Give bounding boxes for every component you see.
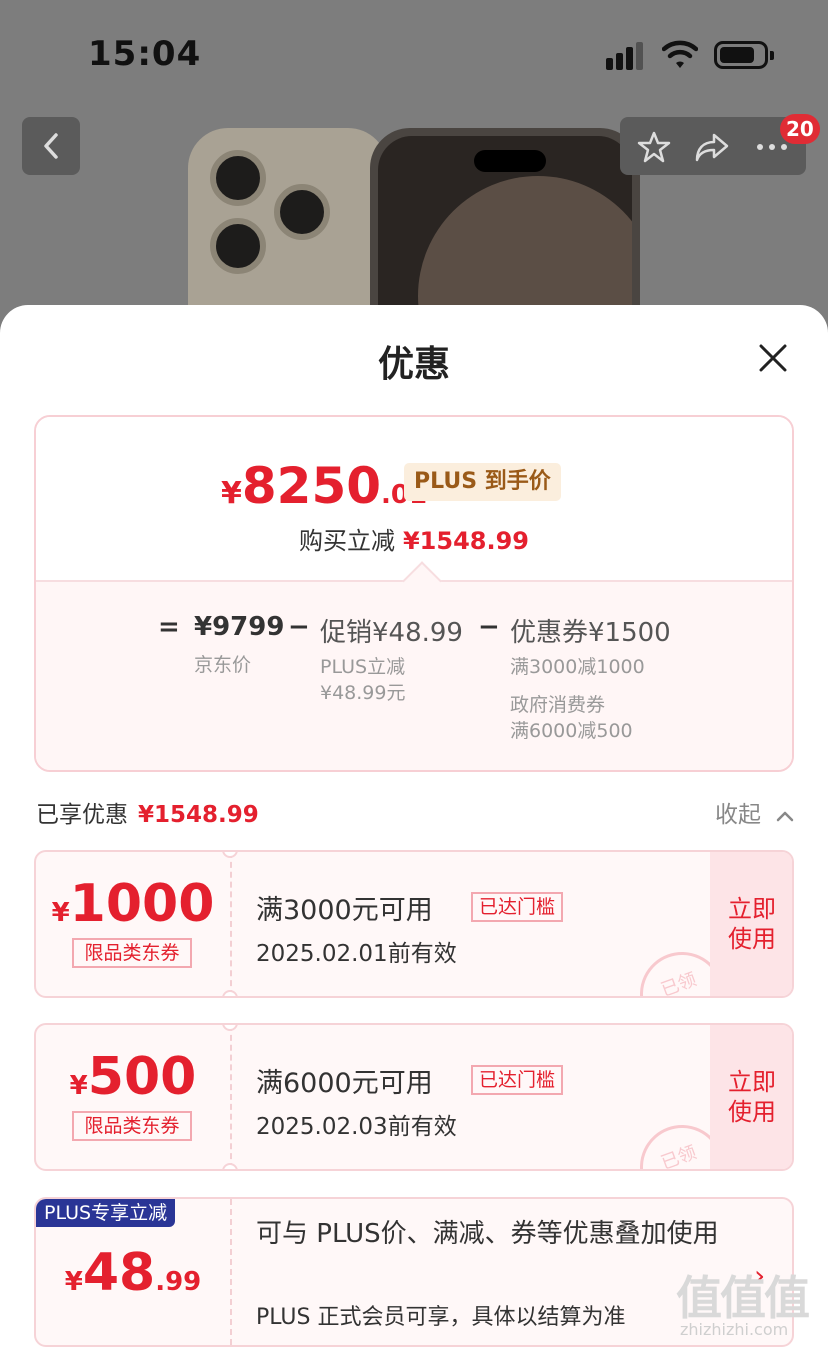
enjoyed-discount: 已享优惠 ¥1548.99 [36,795,259,829]
favorite-button[interactable] [636,129,672,165]
equals-sign: = [158,612,180,642]
minus-sign: − [478,612,500,642]
coupon-type-tag: 限品类东券 [72,1111,192,1141]
watermark-logo: 值值值 [676,1271,810,1325]
use-coupon-button[interactable]: 立即 使用 [710,852,792,996]
coupon-amount: ¥1000 [51,874,215,934]
chevron-up-icon [777,811,794,822]
back-button[interactable] [22,117,80,175]
coupon-discount: 优惠券¥1500 [510,618,671,648]
battery-icon [714,41,774,69]
close-icon[interactable] [756,341,790,375]
camera-lens [210,150,266,206]
collapse-button[interactable]: 收起 [715,795,794,829]
watermark-text: zhizhizhi.com [680,1320,789,1339]
plus-description: 可与 PLUS价、满减、券等优惠叠加使用 [256,1219,719,1249]
enjoyed-amount: ¥1548.99 [138,802,259,828]
promo-discount: 促销¥48.99 [320,618,463,648]
coupon-validity: 2025.02.03前有效 [256,1114,457,1140]
camera-lens [210,218,266,274]
plus-note: PLUS 正式会员可享，具体以结算为准 [256,1305,626,1330]
price-breakdown: = ¥9799 京东价 − 促销¥48.99 PLUS立减 ¥48.99元 − … [36,580,792,770]
threshold-badge: 已达门槛 [471,1065,564,1095]
action-line-2: 使用 [728,925,776,953]
status-time: 15:04 [88,34,202,74]
plus-price-tag: PLUS 到手价 [404,463,561,501]
coupon-sub-2: 政府消费券 [510,694,606,716]
price-summary-card: ¥8250.01 PLUS 到手价 购买立减¥1548.99 = ¥9799 京… [34,415,794,772]
coupon-amount: ¥500 [69,1047,197,1107]
enjoyed-label: 已享优惠 [36,802,128,828]
plus-exclusive-badge: PLUS专享立减 [36,1199,176,1227]
collapse-label: 收起 [715,802,761,828]
save-line: 购买立减 ¥1548.99 [36,521,792,556]
save-amount: ¥1548.99 [402,527,529,555]
share-button[interactable] [694,129,730,165]
camera-lens [274,184,330,240]
more-icon [757,144,787,150]
action-line-2: 使用 [728,1098,776,1126]
price-currency: ¥ [221,476,242,511]
message-count-badge: 20 [780,114,820,144]
coupon-card: ¥500 限品类东券 满6000元可用 已达门槛 2025.02.03前有效 已… [34,1023,794,1171]
plus-discount-amount: ¥48.99 [64,1243,202,1303]
threshold-badge: 已达门槛 [471,892,564,922]
coupon-type-tag: 限品类东券 [72,938,192,968]
promo-sub: PLUS立减 [320,656,406,678]
coupon-sub-1: 满3000减1000 [510,656,645,678]
save-label: 购买立减 [298,527,395,555]
coupon-sub-3: 满6000减500 [510,720,633,742]
coupon-title: 满6000元可用 [256,1068,433,1099]
wifi-icon [662,40,698,68]
coupon-card: ¥1000 限品类东券 满3000元可用 已达门槛 2025.02.01前有效 … [34,850,794,998]
sheet-title: 优惠 [377,344,450,385]
jd-price-label: 京东价 [194,654,252,676]
product-page-background: 15:04 20 [0,0,828,330]
header-tools [620,117,806,175]
watermark: 值值值 zhizhizhi.com [676,1262,824,1342]
product-image-front [370,128,640,330]
final-price: ¥8250.01 [221,457,427,515]
chevron-left-icon [44,133,58,159]
star-icon [637,131,671,163]
jd-price: ¥9799 [194,612,285,642]
minus-sign: − [288,612,310,642]
use-coupon-button[interactable]: 立即 使用 [710,1025,792,1169]
price-integer: 8250 [241,457,382,515]
signal-icon [606,40,646,70]
coupon-validity: 2025.02.01前有效 [256,941,457,967]
status-bar: 15:04 [0,0,828,100]
promo-sub-amount: ¥48.99元 [320,682,406,704]
discount-sheet: 优惠 ¥8250.01 PLUS 到手价 购买立减¥1548.99 = ¥979… [0,305,828,1350]
product-image-back [188,128,388,330]
action-line-1: 立即 [728,895,776,923]
action-line-1: 立即 [728,1068,776,1096]
coupon-title: 满3000元可用 [256,895,433,926]
share-icon [695,133,729,162]
